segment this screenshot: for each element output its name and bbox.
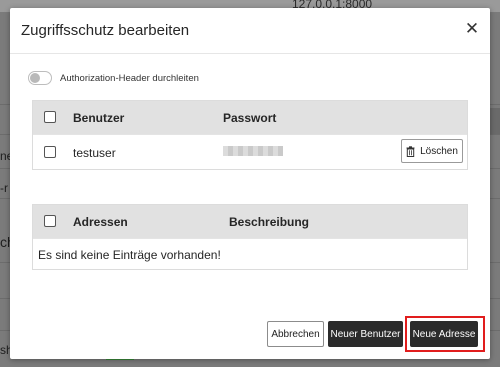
users-table-header: Benutzer Passwort (33, 101, 467, 134)
authorization-header-toggle-row: Authorization-Header durchleiten (28, 70, 199, 86)
password-masked (223, 146, 283, 156)
background-side-element (489, 108, 500, 134)
empty-state-text: Es sind keine Einträge vorhanden! (38, 248, 221, 262)
cancel-button[interactable]: Abbrechen (267, 321, 324, 347)
select-all-users-checkbox[interactable] (44, 111, 56, 123)
access-protection-dialog: Zugriffsschutz bearbeiten ✕ Authorizatio… (10, 8, 490, 359)
addresses-table: Adressen Beschreibung Es sind keine Eint… (32, 204, 468, 270)
dialog-header: Zugriffsschutz bearbeiten ✕ (10, 8, 490, 54)
column-header-password: Passwort (223, 111, 277, 125)
empty-row: Es sind keine Einträge vorhanden! (33, 238, 467, 269)
close-icon[interactable]: ✕ (464, 20, 480, 37)
addresses-table-header: Adressen Beschreibung (33, 205, 467, 238)
background-text-fragment: -r (0, 181, 8, 195)
toggle-label: Authorization-Header durchleiten (60, 72, 199, 84)
toggle-knob (30, 73, 40, 83)
new-user-button[interactable]: Neuer Benutzer (328, 321, 403, 347)
user-name: testuser (73, 146, 116, 160)
delete-user-button[interactable]: Löschen (401, 139, 463, 163)
delete-button-label: Löschen (420, 145, 458, 157)
column-header-description: Beschreibung (229, 215, 310, 229)
dialog-title: Zugriffsschutz bearbeiten (21, 22, 190, 39)
select-all-addresses-checkbox[interactable] (44, 215, 56, 227)
authorization-header-toggle[interactable] (28, 71, 52, 85)
users-table: Benutzer Passwort testuser Löschen (32, 100, 468, 170)
trash-icon (406, 145, 415, 157)
table-row: testuser Löschen (33, 134, 467, 169)
new-address-button[interactable]: Neue Adresse (410, 321, 478, 347)
row-checkbox[interactable] (44, 146, 56, 158)
column-header-user: Benutzer (73, 111, 125, 125)
column-header-addresses: Adressen (73, 215, 128, 229)
